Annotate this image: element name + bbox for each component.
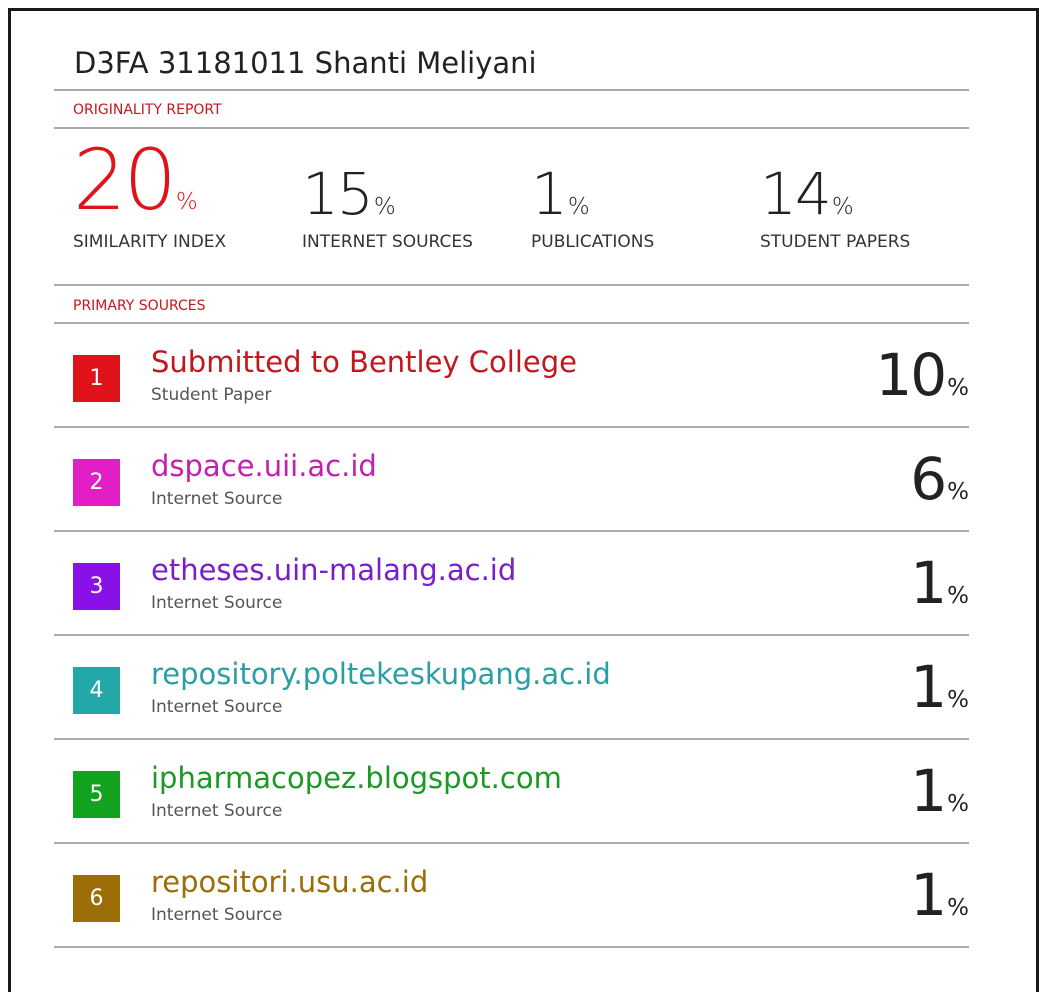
source-name[interactable]: etheses.uin-malang.ac.id [151, 553, 516, 587]
source-rank-badge: 2 [73, 459, 120, 506]
source-percent-number: 1 [910, 549, 947, 617]
source-percent: 1% [910, 757, 969, 825]
source-percent-number: 6 [910, 445, 947, 513]
source-percent-number: 1 [910, 653, 947, 721]
source-name[interactable]: ipharmacopez.blogspot.com [151, 761, 562, 795]
percent-sign: % [947, 687, 969, 713]
source-name[interactable]: repositori.usu.ac.id [151, 865, 428, 899]
source-row[interactable]: 4 repository.poltekeskupang.ac.id Intern… [54, 635, 969, 739]
internet-sources-label: INTERNET SOURCES [302, 232, 473, 252]
divider [54, 127, 969, 129]
student-papers-label: STUDENT PAPERS [760, 232, 911, 252]
publications-number: 1 [531, 160, 568, 228]
divider [54, 284, 969, 286]
student-papers-value: 14% [760, 160, 854, 228]
internet-sources-number: 15 [302, 160, 374, 228]
percent-sign: % [947, 895, 969, 921]
percent-sign: % [947, 791, 969, 817]
source-percent-number: 1 [910, 757, 947, 825]
source-percent-number: 10 [875, 341, 947, 409]
source-name[interactable]: dspace.uii.ac.id [151, 449, 377, 483]
percent-sign: % [831, 194, 854, 220]
divider [54, 89, 969, 91]
source-row[interactable]: 2 dspace.uii.ac.id Internet Source 6% [54, 427, 969, 531]
percent-sign: % [373, 194, 396, 220]
source-percent: 10% [875, 341, 969, 409]
similarity-index-number: 20 [73, 131, 177, 229]
source-rank-badge: 1 [73, 355, 120, 402]
source-type: Internet Source [151, 697, 283, 717]
source-percent: 1% [910, 861, 969, 929]
source-row[interactable]: 3 etheses.uin-malang.ac.id Internet Sour… [54, 531, 969, 635]
source-type: Internet Source [151, 593, 283, 613]
originality-report-label: ORIGINALITY REPORT [73, 102, 222, 118]
student-papers-number: 14 [760, 160, 832, 228]
document-title: D3FA 31181011 Shanti Meliyani [74, 46, 537, 80]
source-type: Internet Source [151, 905, 283, 925]
frame-top-border [8, 8, 1039, 11]
divider [54, 946, 969, 948]
frame-left-border [8, 8, 11, 992]
source-rank-badge: 5 [73, 771, 120, 818]
percent-sign: % [567, 194, 590, 220]
source-rank-badge: 6 [73, 875, 120, 922]
source-percent-number: 1 [910, 861, 947, 929]
source-rank-badge: 3 [73, 563, 120, 610]
internet-sources-value: 15% [302, 160, 396, 228]
source-row[interactable]: 5 ipharmacopez.blogspot.com Internet Sou… [54, 739, 969, 843]
source-type: Internet Source [151, 489, 283, 509]
similarity-index-value: 20% [73, 131, 198, 229]
similarity-index-label: SIMILARITY INDEX [73, 232, 227, 252]
source-name[interactable]: repository.poltekeskupang.ac.id [151, 657, 611, 691]
source-row[interactable]: 1 Submitted to Bentley College Student P… [54, 323, 969, 427]
source-percent: 6% [910, 445, 969, 513]
source-percent: 1% [910, 549, 969, 617]
source-percent: 1% [910, 653, 969, 721]
publications-value: 1% [531, 160, 590, 228]
percent-sign: % [947, 479, 969, 505]
percent-sign: % [175, 189, 198, 215]
source-type: Internet Source [151, 801, 283, 821]
report-page: D3FA 31181011 Shanti Meliyani ORIGINALIT… [0, 0, 1039, 992]
source-type: Student Paper [151, 385, 272, 405]
primary-sources-label: PRIMARY SOURCES [73, 298, 206, 314]
percent-sign: % [947, 375, 969, 401]
publications-label: PUBLICATIONS [531, 232, 655, 252]
source-row[interactable]: 6 repositori.usu.ac.id Internet Source 1… [54, 843, 969, 947]
source-rank-badge: 4 [73, 667, 120, 714]
source-name[interactable]: Submitted to Bentley College [151, 345, 577, 379]
percent-sign: % [947, 583, 969, 609]
